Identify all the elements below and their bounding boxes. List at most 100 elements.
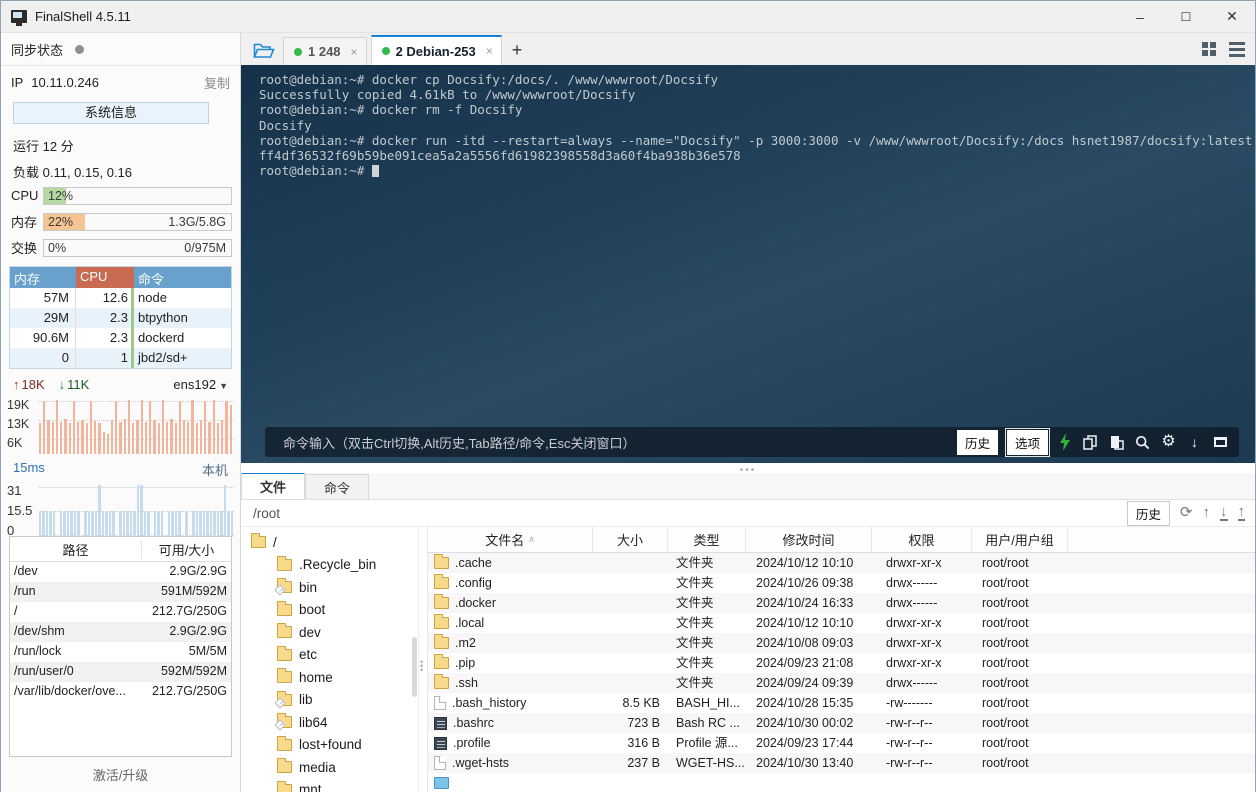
interface-selector[interactable]: ens192 ▼: [173, 377, 228, 392]
file-owner: root/root: [982, 655, 1029, 670]
disk-row[interactable]: /run/lock 5M/5M: [10, 642, 231, 662]
disk-path: /dev/shm: [14, 624, 65, 638]
upload-file-icon[interactable]: ↑: [1237, 504, 1245, 521]
up-directory-icon[interactable]: ↑: [1203, 505, 1211, 520]
new-window-icon[interactable]: [1212, 434, 1229, 451]
maximize-button[interactable]: ☐: [1163, 1, 1209, 32]
minimize-button[interactable]: –: [1117, 1, 1163, 32]
table-row[interactable]: .pip 文件夹 2024/09/23 21:08 drwxr-xr-x root/ro…: [428, 653, 1255, 673]
file-type: WGET-HS...: [676, 755, 745, 770]
tree-item-/[interactable]: /: [251, 531, 418, 554]
tree-item-label: /: [273, 534, 277, 550]
history-button[interactable]: 历史: [956, 429, 998, 455]
proc-col-cmd[interactable]: 命令: [134, 267, 231, 288]
terminal[interactable]: root@debian:~# docker cp Docsify:/docs/.…: [241, 65, 1255, 463]
tree-item-lost+found[interactable]: lost+found: [251, 734, 418, 757]
panel-tab-文件[interactable]: 文件: [241, 472, 306, 499]
file-col-time[interactable]: 修改时间: [746, 527, 872, 552]
tree-item-.Recycle_bin[interactable]: .Recycle_bin: [251, 554, 418, 577]
symlink-badge-icon: →: [274, 584, 286, 596]
process-row[interactable]: 29M 2.3 btpython: [10, 308, 231, 328]
paste-icon[interactable]: [1108, 434, 1125, 451]
tree-item-boot[interactable]: boot: [251, 599, 418, 622]
table-row[interactable]: .profile 316 B Profile 源... 2024/09/23 17:4…: [428, 733, 1255, 753]
tree-item-etc[interactable]: etc: [251, 644, 418, 667]
table-row[interactable]: .bash_history 8.5 KB BASH_HI... 2024/10/28 …: [428, 693, 1255, 713]
file-col-owner[interactable]: 用户/用户组: [972, 527, 1068, 552]
table-row[interactable]: .bashrc 723 B Bash RC ... 2024/10/30 00:02 -…: [428, 713, 1255, 733]
file-type: BASH_HI...: [676, 695, 740, 710]
file-col-name[interactable]: 文件名 ∧: [428, 527, 593, 552]
process-row[interactable]: 0 1 jbd2/sd+: [10, 348, 231, 368]
tree-item-lib[interactable]: → lib: [251, 689, 418, 712]
download-icon[interactable]: ↓: [1186, 434, 1203, 451]
disk-row[interactable]: /dev/shm 2.9G/2.9G: [10, 622, 231, 642]
command-input-bar[interactable]: 命令输入（双击Ctrl切换,Alt历史,Tab路径/命令,Esc关闭窗口） 历史…: [265, 427, 1239, 457]
file-name-cell: .m2: [428, 634, 593, 653]
close-tab-icon[interactable]: ×: [351, 45, 358, 59]
activate-upgrade-link[interactable]: 激活/升级: [1, 765, 240, 784]
file-type: 文件夹: [676, 635, 714, 650]
panel-tab-命令[interactable]: 命令: [305, 474, 370, 499]
refresh-icon[interactable]: ⟳: [1180, 505, 1193, 520]
disk-path: /: [14, 604, 18, 618]
session-tab-2-Debian-253[interactable]: 2 Debian-253 ×: [370, 35, 502, 65]
hamburger-menu-icon[interactable]: [1229, 41, 1245, 57]
new-tab-button[interactable]: +: [512, 40, 523, 61]
disk-row[interactable]: /run 591M/592M: [10, 582, 231, 602]
current-path[interactable]: /root: [253, 506, 280, 521]
close-button[interactable]: ✕: [1209, 1, 1255, 32]
close-tab-icon[interactable]: ×: [486, 44, 493, 58]
tree-scrollbar[interactable]: [412, 637, 417, 697]
disk-row[interactable]: /run/user/0 592M/592M: [10, 662, 231, 682]
layout-grid-icon[interactable]: [1202, 41, 1217, 57]
session-tab-1-248[interactable]: 1 248 ×: [283, 37, 367, 65]
path-history-button[interactable]: 历史: [1126, 500, 1170, 526]
table-row[interactable]: .m2 文件夹 2024/10/08 09:03 drwxr-xr-x root/roo…: [428, 633, 1255, 653]
download-file-icon[interactable]: ↓: [1220, 504, 1228, 521]
search-icon[interactable]: [1134, 434, 1151, 451]
file-type: Bash RC ...: [676, 715, 740, 730]
horizontal-splitter[interactable]: •••: [241, 463, 1255, 476]
table-row-clipped[interactable]: [428, 773, 1255, 792]
ping-host-label[interactable]: 本机: [202, 460, 228, 479]
file-col-size[interactable]: 大小: [593, 527, 668, 552]
file-col-perm[interactable]: 权限: [872, 527, 972, 552]
tree-item-dev[interactable]: dev: [251, 621, 418, 644]
system-info-button[interactable]: 系统信息: [13, 102, 209, 124]
process-row[interactable]: 90.6M 2.3 dockerd: [10, 328, 231, 348]
file-perm: drwxr-xr-x: [886, 615, 942, 630]
file-col-type[interactable]: 类型: [668, 527, 746, 552]
table-row[interactable]: .docker 文件夹 2024/10/24 16:33 drwx------ root…: [428, 593, 1255, 613]
table-row[interactable]: .local 文件夹 2024/10/12 10:10 drwxr-xr-x root/…: [428, 613, 1255, 633]
table-row[interactable]: .config 文件夹 2024/10/26 09:38 drwx------ root…: [428, 573, 1255, 593]
proc-col-mem[interactable]: 内存: [10, 267, 76, 288]
process-row[interactable]: 57M 12.6 node: [10, 288, 231, 308]
copy-ip-link[interactable]: 复制: [204, 73, 230, 92]
tree-item-media[interactable]: media: [251, 756, 418, 779]
folder-icon: [277, 758, 292, 774]
options-button[interactable]: 选项: [1004, 427, 1051, 457]
disk-row[interactable]: /dev 2.9G/2.9G: [10, 562, 231, 582]
table-row[interactable]: .ssh 文件夹 2024/09/24 09:39 drwx------ root/ro…: [428, 673, 1255, 693]
disk-row[interactable]: / 212.7G/250G: [10, 602, 231, 622]
file-name-cell: .ssh: [428, 674, 593, 693]
settings-gear-icon[interactable]: ⚙: [1160, 434, 1177, 451]
proc-col-cpu[interactable]: CPU: [76, 267, 134, 288]
disk-col-path[interactable]: 路径: [10, 539, 142, 559]
table-row[interactable]: .wget-hsts 237 B WGET-HS... 2024/10/30 13:4…: [428, 753, 1255, 773]
tree-item-bin[interactable]: → bin: [251, 576, 418, 599]
disk-col-size[interactable]: 可用/大小: [142, 540, 231, 559]
command-input-placeholder[interactable]: 命令输入（双击Ctrl切换,Alt历史,Tab路径/命令,Esc关闭窗口）: [283, 433, 635, 452]
symlink-badge-icon: →: [274, 697, 286, 709]
vertical-splitter[interactable]: • • •: [419, 527, 427, 792]
copy-icon[interactable]: [1082, 434, 1099, 451]
tree-item-mnt[interactable]: mnt: [251, 779, 418, 792]
tree-item-lib64[interactable]: → lib64: [251, 711, 418, 734]
table-row[interactable]: .cache 文件夹 2024/10/12 10:10 drwxr-xr-x root/…: [428, 553, 1255, 573]
file-name: .m2: [455, 635, 476, 650]
connection-manager-button[interactable]: [249, 37, 279, 63]
disk-row[interactable]: /var/lib/docker/ove... 212.7G/250G: [10, 682, 231, 702]
disk-path: /dev: [14, 564, 38, 578]
tree-item-home[interactable]: home: [251, 666, 418, 689]
